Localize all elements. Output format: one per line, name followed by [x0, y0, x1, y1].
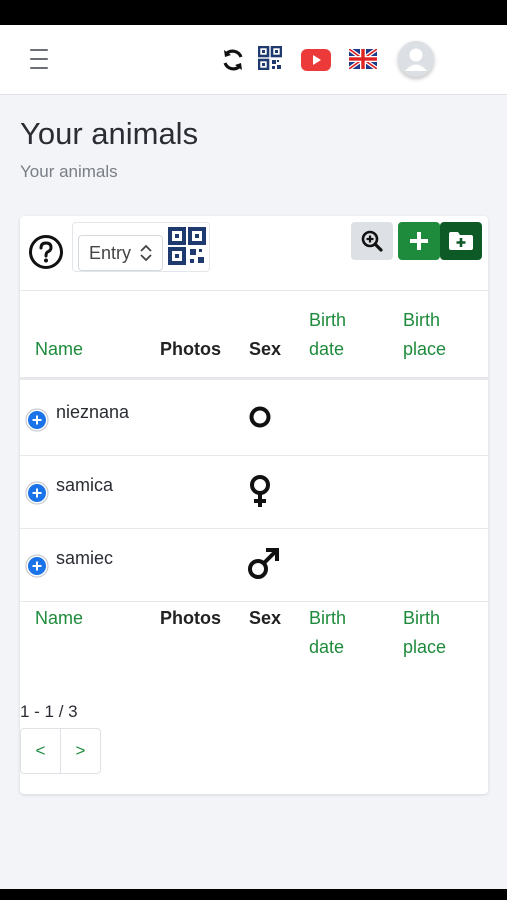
- table-row: nieznana: [20, 383, 488, 456]
- plus-icon: [410, 232, 428, 250]
- page-title: Your animals: [20, 116, 199, 151]
- hamburger-icon[interactable]: [28, 49, 50, 69]
- bottom-bar: [0, 889, 507, 900]
- column-name[interactable]: Name: [35, 335, 83, 364]
- expand-row-icon[interactable]: [25, 554, 49, 578]
- animal-name: samiec: [56, 548, 114, 568]
- column-birth-place-line2: place: [403, 637, 447, 657]
- status-bar: [0, 0, 507, 25]
- uk-flag-icon[interactable]: [349, 49, 377, 69]
- table-row: samiec: [20, 529, 488, 602]
- help-circle-icon[interactable]: [28, 234, 64, 270]
- female-symbol-icon: [247, 473, 277, 509]
- table-row: samica: [20, 456, 488, 529]
- animal-name: nieznana: [56, 402, 130, 422]
- column-birth-date-line2: date: [309, 637, 345, 657]
- zoom-in-icon: [361, 230, 383, 252]
- column-birth-place-line2: place: [403, 339, 447, 359]
- qr-code-icon[interactable]: [257, 45, 283, 71]
- chevron-updown-icon: [139, 244, 153, 262]
- column-birth-place-line1: Birth: [403, 310, 441, 330]
- column-birth-place[interactable]: Birth place: [403, 604, 446, 662]
- animals-card: Entry Name Photos Sex Birth date Birth p…: [20, 216, 488, 794]
- male-symbol-icon: [247, 546, 279, 582]
- column-name[interactable]: Name: [35, 604, 83, 633]
- pagination: < >: [20, 728, 101, 774]
- zoom-button[interactable]: [351, 222, 393, 260]
- unknown-sex-icon: [247, 400, 277, 436]
- column-birth-date[interactable]: Birth date: [309, 604, 346, 662]
- column-photos: Photos: [160, 339, 221, 359]
- top-navbar: [0, 25, 507, 95]
- prev-page-button[interactable]: <: [21, 729, 61, 773]
- expand-row-icon[interactable]: [25, 408, 49, 432]
- apps-grid-icon[interactable]: [467, 47, 491, 71]
- user-avatar-icon[interactable]: [398, 41, 434, 77]
- pagination-info: 1 - 1 / 3: [20, 702, 78, 721]
- column-photos: Photos: [160, 608, 221, 628]
- view-toolgroup: Entry: [72, 222, 210, 272]
- youtube-icon[interactable]: [300, 49, 332, 71]
- folder-plus-icon: [449, 232, 473, 250]
- expand-row-icon[interactable]: [25, 481, 49, 505]
- column-sex: Sex: [249, 608, 282, 628]
- view-select[interactable]: Entry: [78, 235, 163, 271]
- column-birth-date-line1: Birth: [309, 310, 347, 330]
- page-subtitle: Your animals: [20, 162, 118, 181]
- column-birth-date[interactable]: Birth date: [309, 306, 346, 364]
- column-birth-place[interactable]: Birth place: [403, 306, 446, 364]
- table-footer: Name Photos Sex Birth date Birth place: [20, 601, 488, 691]
- table-header: Name Photos Sex Birth date Birth place: [20, 290, 488, 380]
- qr-code-icon[interactable]: [167, 226, 207, 266]
- refresh-icon[interactable]: [218, 45, 248, 75]
- view-select-value: Entry: [89, 242, 132, 263]
- column-birth-date-line1: Birth: [309, 608, 347, 628]
- animal-name: samica: [56, 475, 114, 495]
- add-folder-button[interactable]: [440, 222, 482, 260]
- column-sex: Sex: [249, 339, 282, 359]
- add-animal-button[interactable]: [398, 222, 440, 260]
- column-birth-date-line2: date: [309, 339, 345, 359]
- next-page-button[interactable]: >: [61, 729, 100, 773]
- column-birth-place-line1: Birth: [403, 608, 441, 628]
